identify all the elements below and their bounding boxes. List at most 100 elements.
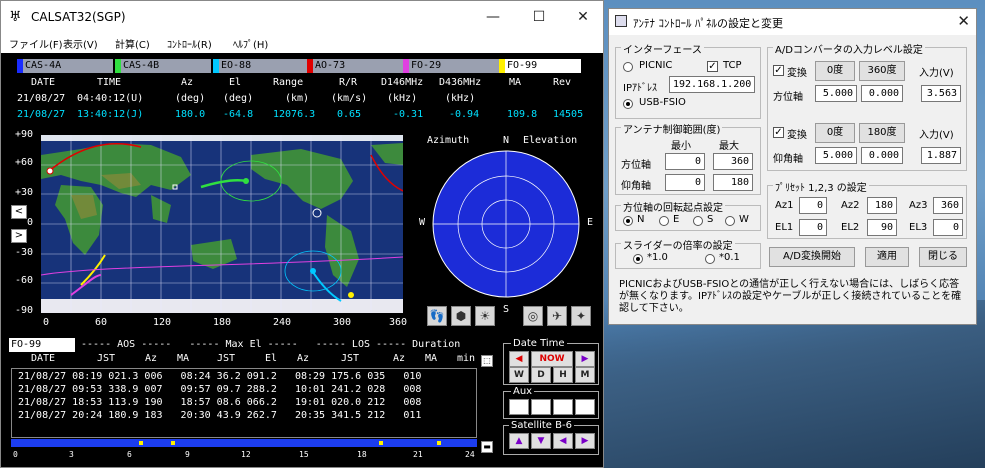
minimize-button[interactable]: — bbox=[481, 7, 505, 27]
table-row[interactable]: 21/08/27 09:53 338.9 007 09:57 09.7 288.… bbox=[18, 384, 421, 395]
el-min-input[interactable]: 0 bbox=[665, 174, 705, 191]
week-step-button[interactable]: W bbox=[509, 367, 529, 383]
el1-label: EL1 bbox=[775, 222, 794, 233]
el-0deg-button[interactable]: 0度 bbox=[815, 123, 855, 143]
now-button[interactable]: NOW bbox=[531, 351, 573, 367]
maximize-button[interactable]: ☐ bbox=[527, 7, 551, 27]
menu-view[interactable]: 表示(V) bbox=[63, 36, 98, 51]
dialog-app-icon bbox=[615, 15, 627, 27]
origin-east-radio[interactable] bbox=[659, 216, 669, 226]
day-step-button[interactable]: D bbox=[531, 367, 551, 383]
el-convert-checkbox[interactable]: ✓ bbox=[773, 127, 784, 138]
close-dialog-button[interactable]: 閉じる bbox=[919, 247, 967, 267]
apply-button[interactable]: 適用 bbox=[865, 247, 909, 267]
sat-tab-cas4b[interactable]: CAS-4B bbox=[115, 59, 211, 73]
compass-icon[interactable]: ✦ bbox=[571, 306, 591, 326]
az-min-input[interactable]: 0 bbox=[665, 153, 705, 170]
dialog-titlebar[interactable]: ｱﾝﾃﾅ ｺﾝﾄﾛｰﾙ ﾊﾟﾈﾙの設定と変更 ✕ bbox=[609, 9, 976, 35]
origin-south-radio[interactable] bbox=[693, 216, 703, 226]
menu-calc[interactable]: 計算(C) bbox=[115, 36, 150, 51]
el2-input[interactable]: 90 bbox=[867, 219, 897, 236]
pass-scroll-bottom-button[interactable]: ▬ bbox=[481, 441, 493, 453]
menu-file[interactable]: ファイル(F) bbox=[9, 36, 63, 51]
sat-next-button[interactable]: ▶ bbox=[575, 433, 595, 449]
sat-tab-eo88[interactable]: EO-88 bbox=[213, 59, 309, 73]
table-row[interactable]: 21/08/27 08:19 021.3 006 08:24 36.2 091.… bbox=[18, 371, 421, 382]
sat-tab-cas4a[interactable]: CAS-4A bbox=[17, 59, 113, 73]
aux-button-3[interactable] bbox=[553, 399, 573, 415]
pass-table[interactable]: 21/08/27 08:19 021.3 006 08:24 36.2 091.… bbox=[11, 368, 477, 438]
satellite-icon[interactable]: ✈ bbox=[547, 306, 567, 326]
lat-label: -30 bbox=[15, 247, 34, 258]
origin-west-radio[interactable] bbox=[725, 216, 735, 226]
slider-scale-title: スライダーの倍率の設定 bbox=[621, 237, 735, 252]
range-min-label: 最小 bbox=[671, 141, 691, 152]
footprint-icon[interactable]: 👣 bbox=[427, 306, 447, 326]
unit-d146: (kHz) bbox=[387, 93, 418, 104]
sat-tab-ao73[interactable]: AO-73 bbox=[307, 59, 403, 73]
origin-north-radio[interactable] bbox=[623, 216, 633, 226]
az1-input[interactable]: 0 bbox=[799, 197, 827, 214]
unit-d436: (kHz) bbox=[445, 93, 476, 104]
shield-icon[interactable]: ⬢ bbox=[451, 306, 471, 326]
world-map[interactable] bbox=[41, 135, 403, 313]
table-row[interactable]: 21/08/27 20:24 180.9 183 20:30 43.9 262.… bbox=[18, 410, 421, 421]
polar-plot[interactable] bbox=[431, 149, 581, 299]
col-el: El bbox=[229, 77, 242, 88]
el-ad-v1-input[interactable]: 5.000 bbox=[815, 147, 857, 164]
antenna-range-title: アンテナ制御範囲(度) bbox=[621, 121, 723, 136]
pass-satellite-label: FO-99 bbox=[9, 338, 75, 352]
az-max-input[interactable]: 360 bbox=[713, 153, 753, 170]
el-180deg-button[interactable]: 180度 bbox=[859, 123, 905, 143]
menubar: ファイル(F) 表示(V) 計算(C) ｺﾝﾄﾛｰﾙ(R) ﾍﾙﾌﾟ(H) bbox=[1, 33, 603, 53]
az-0deg-button[interactable]: 0度 bbox=[815, 61, 855, 81]
slider-x1-radio[interactable] bbox=[633, 254, 643, 264]
calsat-titlebar[interactable]: ♅ CALSAT32(SGP) — ☐ ✕ bbox=[1, 1, 603, 33]
map-scroll-left-button[interactable]: < bbox=[11, 205, 27, 219]
pass-col-aos-jst: JST bbox=[97, 353, 116, 364]
table-row[interactable]: 21/08/27 18:53 113.9 190 18:57 08.6 066.… bbox=[18, 397, 421, 408]
sat-color-swatch bbox=[213, 59, 219, 73]
el-max-input[interactable]: 180 bbox=[713, 174, 753, 191]
az-360deg-button[interactable]: 360度 bbox=[859, 61, 905, 81]
sat-up-button[interactable]: ▲ bbox=[509, 433, 529, 449]
col-ma: MA bbox=[509, 77, 522, 88]
sat-tab-fo99[interactable]: FO-99 bbox=[499, 59, 581, 73]
hour-step-button[interactable]: H bbox=[553, 367, 573, 383]
sat-down-button[interactable]: ▼ bbox=[531, 433, 551, 449]
sat-prev-button[interactable]: ◀ bbox=[553, 433, 573, 449]
az3-input[interactable]: 360 bbox=[933, 197, 963, 214]
minute-step-button[interactable]: M bbox=[575, 367, 595, 383]
menu-control[interactable]: ｺﾝﾄﾛｰﾙ(R) bbox=[167, 36, 212, 51]
time-forward-button[interactable]: ▶ bbox=[575, 351, 595, 367]
sat-tab-fo29[interactable]: FO-29 bbox=[403, 59, 499, 73]
usb-fsio-radio[interactable] bbox=[623, 99, 633, 109]
globe-icon[interactable]: ◎ bbox=[523, 306, 543, 326]
el3-input[interactable]: 0 bbox=[933, 219, 963, 236]
aux-button-1[interactable] bbox=[509, 399, 529, 415]
slider-x01-radio[interactable] bbox=[705, 254, 715, 264]
pass-scroll-top-button[interactable]: ⬚ bbox=[481, 355, 493, 367]
timeline-tick: 12 bbox=[241, 450, 251, 459]
map-scroll-right-button[interactable]: > bbox=[11, 229, 27, 243]
az-convert-checkbox[interactable]: ✓ bbox=[773, 65, 784, 76]
aux-button-2[interactable] bbox=[531, 399, 551, 415]
sun-icon[interactable]: ☀ bbox=[475, 306, 495, 326]
az-ad-v1-input[interactable]: 5.000 bbox=[815, 85, 857, 102]
tcp-checkbox[interactable]: ✓ bbox=[707, 61, 718, 72]
value-rr: 0.65 bbox=[337, 109, 362, 120]
ad-start-button[interactable]: A/D変換開始 bbox=[769, 247, 855, 267]
picnic-radio[interactable] bbox=[623, 62, 633, 72]
el1-input[interactable]: 0 bbox=[799, 219, 827, 236]
ip-address-input[interactable]: 192.168.1.200 bbox=[669, 76, 755, 93]
dialog-close-icon[interactable]: ✕ bbox=[957, 12, 970, 30]
az2-input[interactable]: 180 bbox=[867, 197, 897, 214]
pass-col-aos-az: Az bbox=[145, 353, 158, 364]
value-ma: 109.8 bbox=[507, 109, 538, 120]
aux-button-4[interactable] bbox=[575, 399, 595, 415]
az-ad-v2-input[interactable]: 0.000 bbox=[861, 85, 903, 102]
el-ad-v2-input[interactable]: 0.000 bbox=[861, 147, 903, 164]
close-button[interactable]: ✕ bbox=[571, 7, 595, 27]
time-back-button[interactable]: ◀ bbox=[509, 351, 529, 367]
menu-help[interactable]: ﾍﾙﾌﾟ(H) bbox=[233, 36, 268, 51]
